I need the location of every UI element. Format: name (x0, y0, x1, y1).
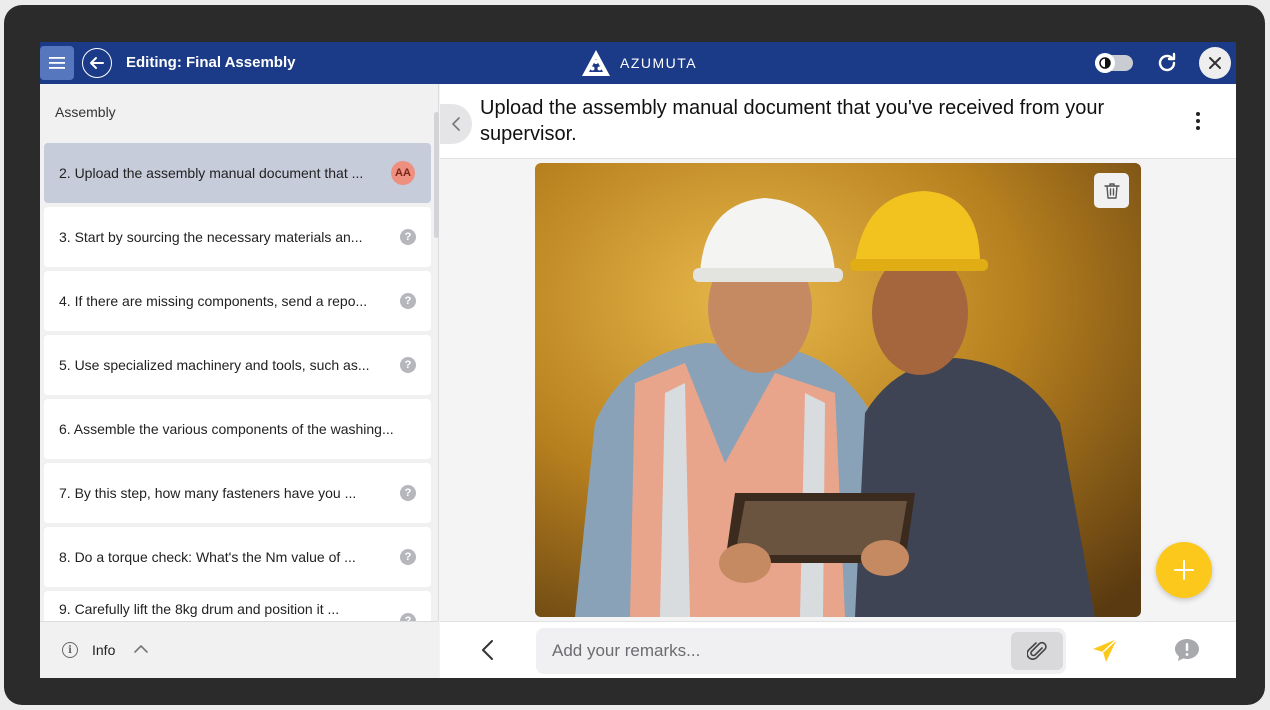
step-label: 7. By this step, how many fasteners have… (59, 485, 357, 501)
close-button[interactable] (1199, 47, 1231, 79)
more-vertical-icon[interactable] (1188, 109, 1208, 133)
azumuta-logo-icon (582, 50, 610, 76)
brand-logo: AZUMUTA (580, 46, 697, 80)
paperclip-icon (1027, 641, 1047, 660)
step-label: 2. Upload the assembly manual document t… (59, 165, 364, 181)
toggle-icon (1095, 53, 1115, 73)
step-item[interactable]: 6. Assemble the various components of th… (44, 399, 431, 459)
step-item[interactable]: 4. If there are missing components, send… (44, 271, 431, 331)
info-icon: i (62, 642, 78, 658)
step-item[interactable]: 3. Start by sourcing the necessary mater… (44, 207, 431, 267)
device-frame: Editing: Final Assembly AZUMUTA Assembly… (4, 5, 1265, 705)
sidebar-heading: Assembly (55, 104, 116, 120)
step-item[interactable]: 2. Upload the assembly manual document t… (44, 143, 431, 203)
menu-button[interactable] (40, 46, 74, 80)
step-label: 6. Assemble the various components of th… (59, 421, 394, 437)
page-title: Editing: Final Assembly (126, 54, 296, 71)
step-title: Upload the assembly manual document that… (480, 97, 1105, 145)
sidebar-footer: i Info (40, 621, 439, 678)
help-icon: ? (400, 229, 416, 245)
step-header: Upload the assembly manual document that… (440, 84, 1236, 159)
arrow-left-icon (90, 57, 104, 69)
chevron-left-icon[interactable] (478, 638, 498, 662)
help-icon: ? (400, 549, 416, 565)
step-list: 2. Upload the assembly manual document t… (44, 143, 431, 621)
step-label: 9. Carefully lift the 8kg drum and posit… (59, 601, 340, 617)
avatar: AA (391, 161, 415, 185)
brand-name: AZUMUTA (620, 55, 698, 71)
attach-button[interactable] (1011, 632, 1063, 670)
uploaded-photo[interactable] (535, 163, 1141, 617)
add-button[interactable] (1156, 542, 1212, 598)
top-header: Editing: Final Assembly AZUMUTA (40, 42, 1236, 84)
step-label: 3. Start by sourcing the necessary mater… (59, 229, 363, 245)
remarks-input[interactable] (552, 628, 992, 674)
step-item[interactable]: 9. Carefully lift the 8kg drum and posit… (44, 591, 431, 621)
menu-icon (49, 57, 65, 69)
delete-photo-button[interactable] (1094, 173, 1129, 208)
step-label: 5. Use specialized machinery and tools, … (59, 357, 370, 373)
back-button[interactable] (82, 48, 112, 78)
chevron-left-icon (452, 117, 460, 131)
steps-sidebar: Assembly 2. Upload the assembly manual d… (40, 84, 439, 678)
app-screen: Editing: Final Assembly AZUMUTA Assembly… (40, 42, 1236, 678)
send-icon[interactable] (1090, 636, 1120, 666)
comment-alert-icon[interactable] (1173, 636, 1201, 664)
step-item[interactable]: 5. Use specialized machinery and tools, … (44, 335, 431, 395)
help-icon: ? (400, 293, 416, 309)
help-icon: ? (400, 357, 416, 373)
step-label: 4. If there are missing components, send… (59, 293, 368, 309)
plus-icon (1174, 560, 1194, 580)
step-content (440, 159, 1236, 621)
trash-icon (1103, 182, 1120, 199)
close-icon (1209, 57, 1221, 69)
refresh-icon[interactable] (1155, 51, 1179, 75)
help-icon: ? (400, 613, 416, 621)
step-item[interactable]: 7. By this step, how many fasteners have… (44, 463, 431, 523)
step-item[interactable]: 8. Do a torque check: What's the Nm valu… (44, 527, 431, 587)
remarks-box (536, 628, 1066, 674)
sidebar-scrollbar[interactable] (434, 112, 439, 238)
bottom-bar (440, 621, 1236, 678)
step-label: 8. Do a torque check: What's the Nm valu… (59, 549, 356, 565)
info-toggle[interactable]: Info (92, 642, 115, 658)
help-icon: ? (400, 485, 416, 501)
chevron-up-icon[interactable] (132, 640, 150, 658)
mode-toggle[interactable] (1095, 53, 1133, 73)
